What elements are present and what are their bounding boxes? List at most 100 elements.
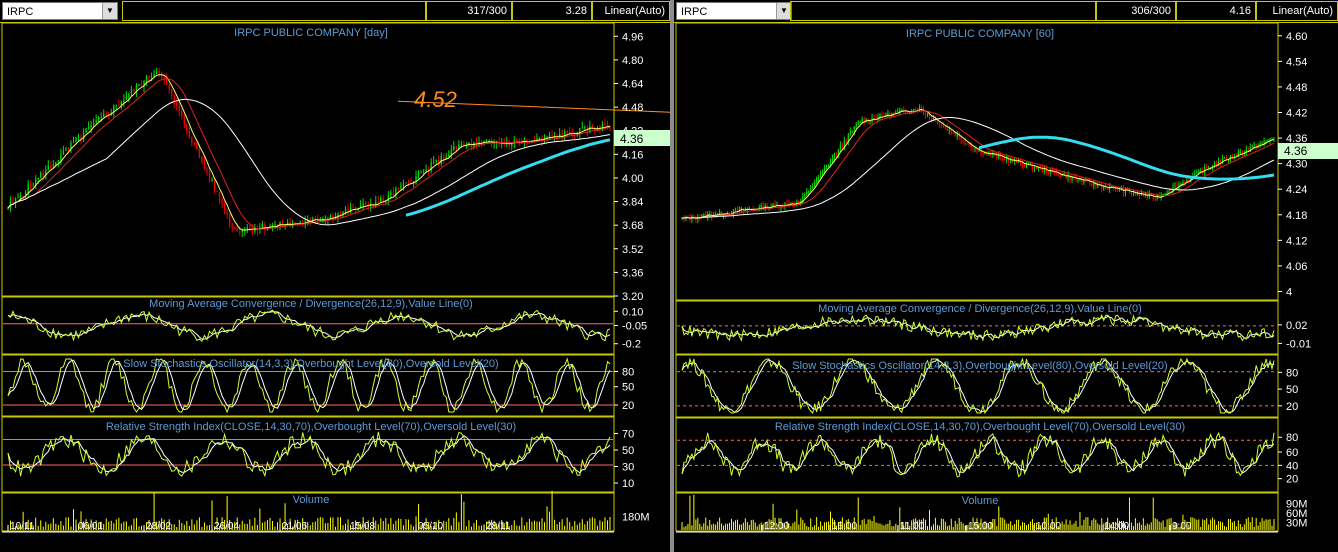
x-tick-label: 16:00 [832,521,857,532]
candle-body [85,128,87,133]
candle-body [77,136,80,138]
candle-body [1253,144,1255,147]
price-tick-label: 4.48 [622,102,643,114]
price-tick-label: 4.00 [622,173,643,185]
macd-line [681,313,1275,342]
candle-body [342,211,344,215]
hourly-chart-canvas[interactable]: IRPC PUBLIC COMPANY [60] Moving Average … [674,0,1338,552]
candle-body [810,188,812,192]
osc-tick-label: 20 [622,400,634,412]
candle-body [201,156,203,162]
hourly-last-price: 4.36 [1284,144,1308,158]
candle-body [932,118,935,120]
candle-body [760,205,762,208]
candle-body [1168,191,1170,193]
candle-body [962,140,964,142]
candle-body [946,126,948,131]
candle-body [869,120,871,122]
candle-body [1261,143,1263,145]
candle-body [181,111,183,117]
rsi-signal [7,435,611,474]
daily-chart-canvas[interactable]: IRPC PUBLIC COMPANY [day] 4.52 Moving Av… [0,0,670,552]
price-tick-label: 3.20 [622,291,643,303]
candle-body [160,73,163,79]
candle-body [198,148,201,157]
candle-body [845,140,847,142]
candle-body [231,223,233,228]
candle-body [819,172,822,178]
candle-body [859,122,861,124]
candle-body [703,213,705,215]
hourly-rsi-title: Relative Strength Index(CLOSE,14,30,70),… [775,421,1185,433]
candle-body [193,142,196,144]
candle-body [362,203,364,206]
candle-body [377,201,379,203]
hourly-chart-pane: IRPC ▼ 306/300 4.16 Linear(Auto) IRPC PU… [674,0,1338,552]
osc-tick-label: 80 [1286,432,1298,444]
candle-body [443,155,445,159]
candle-body [186,124,188,131]
candle-body [606,124,609,126]
candle-body [208,171,211,181]
candle-body [57,160,60,162]
price-tick-label: 4.48 [1286,82,1307,94]
candle-body [123,99,125,102]
price-tick-label: 4.16 [622,149,643,161]
candle-body [913,109,915,112]
candle-body [460,144,463,146]
candle-body [453,146,455,150]
candle-body [855,124,857,127]
candle-body [37,177,39,179]
candle-body [734,209,737,211]
candle-body [964,141,966,144]
candle-body [27,184,29,193]
candle-body [853,126,855,132]
candle-body [1077,179,1079,181]
candle-body [604,123,606,125]
candle-body [1208,167,1210,169]
candle-body [978,150,980,152]
candle-body [168,84,170,90]
candle-body [405,182,407,184]
candle-body [1047,172,1049,174]
candle-body [889,112,891,117]
candle-body [249,227,251,229]
x-tick-label: 14:00 [1104,521,1129,532]
candle-body [140,84,143,87]
osc-tick-label: -0.2 [622,339,641,351]
osc-tick-label: 0.10 [622,306,643,318]
candle-body [825,165,828,168]
candle-body [942,125,944,127]
candle-body [1091,183,1093,186]
candle-body [90,124,92,128]
candle-body [435,159,437,162]
candle-body [1065,174,1067,179]
volume-tick-label: 180M [622,512,650,524]
candle-body [22,195,24,197]
candle-body [246,227,248,230]
candle-body [857,122,859,125]
daily-stoch-title: Slow Stochastics Oscillator(14,3,3),Over… [123,358,498,370]
candle-body [940,124,942,126]
candle-body [32,185,34,187]
candle-body [814,182,816,187]
x-tick-label: 26/04 [214,521,239,532]
osc-tick-label: 20 [1286,401,1298,413]
candle-body [171,89,173,96]
price-tick-label: 4.64 [622,79,643,91]
candle-body [14,197,17,203]
x-tick-label: 11:00 [900,521,925,532]
rsi-line [681,431,1275,478]
price-tick-label: 4.12 [1286,235,1307,247]
price-tick-label: 3.84 [622,197,643,209]
x-tick-label: 15/08 [350,521,375,532]
candle-body [982,154,984,156]
candle-body [400,185,402,190]
candle-body [1154,198,1156,200]
candle-body [1118,189,1121,191]
rsi-signal [681,435,1275,475]
candle-body [425,168,427,171]
ma-fast-line [681,108,1275,219]
candle-body [115,104,118,106]
candle-body [165,79,168,85]
